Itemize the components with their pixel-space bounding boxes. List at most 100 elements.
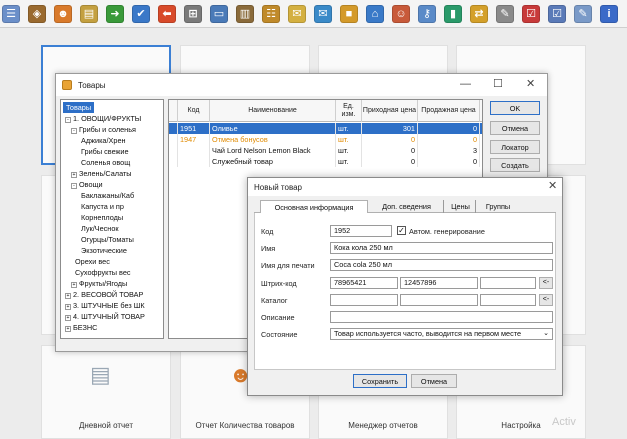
col-purchase-price[interactable]: Приходная цена	[362, 100, 418, 122]
description-field[interactable]	[330, 311, 553, 323]
tree-item[interactable]: -1. ОВОЩИ/ФРУКТЫ	[65, 113, 141, 124]
tab-main-info[interactable]: Основная информация	[260, 200, 368, 213]
tab-extra-info[interactable]: Доп. сведения	[370, 200, 444, 213]
auto-generate-checkbox[interactable]: ✓	[397, 226, 406, 235]
tree-item[interactable]: - Грибы и соленья	[71, 124, 136, 135]
collapse-icon[interactable]: -	[65, 117, 71, 123]
users-icon[interactable]: ☺	[392, 4, 410, 23]
catalog-field-2[interactable]	[400, 294, 478, 306]
barcode-field-2[interactable]: 12457896	[400, 277, 478, 289]
code-field[interactable]: 1952	[330, 225, 392, 237]
goods-window-titlebar[interactable]: Товары — ☐ ✕	[56, 74, 547, 96]
catalog-field-3[interactable]	[480, 294, 536, 306]
info-icon[interactable]: i	[600, 4, 618, 23]
tree-item[interactable]: Корнеплоды	[81, 212, 123, 223]
expand-icon[interactable]: +	[65, 293, 71, 299]
cart-icon[interactable]: ⊞	[184, 4, 202, 23]
calendar-check-icon[interactable]: ☑	[548, 4, 566, 23]
col-unit[interactable]: Ед. изм.	[336, 100, 362, 122]
ok-button[interactable]: OK	[490, 101, 540, 115]
tab-prices[interactable]: Цены	[446, 200, 476, 213]
collapse-icon[interactable]: -	[71, 128, 77, 134]
catalog-field-1[interactable]	[330, 294, 398, 306]
col-sale-price[interactable]: Продажная цена	[418, 100, 480, 122]
tree-item[interactable]: + Фрукты/Ягоды	[71, 278, 127, 289]
contacts-icon[interactable]: ☰	[2, 4, 20, 23]
barrel-icon[interactable]: ◈	[28, 4, 46, 23]
name-field[interactable]: Кока кола 250 мл	[330, 242, 553, 254]
tree-item[interactable]: Товары	[63, 102, 95, 113]
row-selector[interactable]	[169, 156, 178, 167]
locator-button[interactable]: Локатор	[490, 140, 540, 154]
cancel-button[interactable]: Отмена	[490, 121, 540, 135]
state-dropdown[interactable]: Товар используется часто, выводится на п…	[330, 328, 553, 340]
tree-item[interactable]: Баклажаны/Каб	[81, 190, 134, 201]
expand-icon[interactable]: +	[65, 315, 71, 321]
transfer-icon[interactable]: ⇄	[470, 4, 488, 23]
create-button[interactable]: Создать	[490, 158, 540, 172]
table-row[interactable]: 1951 Оливье шт. 301 0	[169, 123, 482, 134]
arrow-left-icon[interactable]: ⬅	[158, 4, 176, 23]
new-goods-titlebar[interactable]: Новый товар ✕	[248, 178, 562, 196]
wrench-icon[interactable]: ✎	[496, 4, 514, 23]
table-row[interactable]: 1947 Отмена бонусов шт. 0 0	[169, 134, 482, 145]
tree-item[interactable]: Аджика/Хрен	[81, 135, 126, 146]
catalog-arrow-button[interactable]: <-	[539, 294, 553, 306]
row-selector[interactable]	[169, 145, 178, 156]
dialog-cancel-button[interactable]: Отмена	[411, 374, 457, 388]
col-name[interactable]: Наименование	[210, 100, 336, 122]
document-edit-icon[interactable]: ✎	[574, 4, 592, 23]
tree-item[interactable]: +3. ШТУЧНЫЕ без ШК	[65, 300, 145, 311]
tree-item[interactable]: Соленья овощ	[81, 157, 130, 168]
tile-daily-report[interactable]: ▤ Дневной отчет	[41, 345, 171, 439]
save-button[interactable]: Сохранить	[353, 374, 407, 388]
close-icon[interactable]: ✕	[526, 79, 535, 90]
barcode-field-1[interactable]: 78965421	[330, 277, 398, 289]
tree-item[interactable]: Сухофрукты вес	[75, 267, 131, 278]
tab-groups[interactable]: Группы	[478, 200, 518, 213]
tree-item[interactable]: Лук/Чеснок	[81, 223, 119, 234]
user-icon[interactable]: ☻	[54, 4, 72, 23]
keys-icon[interactable]: ⚷	[418, 4, 436, 23]
checkbox-icon[interactable]: ☑	[522, 4, 540, 23]
row-selector[interactable]	[169, 134, 178, 145]
expand-icon[interactable]: +	[71, 282, 77, 288]
envelope-icon[interactable]: ✉	[288, 4, 306, 23]
close-icon[interactable]: ✕	[548, 181, 557, 192]
mail-out-icon[interactable]: ✉	[314, 4, 332, 23]
checklist-icon[interactable]: ☷	[262, 4, 280, 23]
tree-item[interactable]: - Овощи	[71, 179, 103, 190]
tree-item[interactable]: Грибы свежие	[81, 146, 129, 157]
tree-item[interactable]: +2. ВЕСОВОЙ ТОВАР	[65, 289, 143, 300]
tree-item[interactable]: Капуста и пр	[81, 201, 124, 212]
barcode-arrow-button[interactable]: <-	[539, 277, 553, 289]
table-row[interactable]: Чай Lord Nelson Lemon Black шт. 0 3	[169, 145, 482, 156]
tree-item[interactable]: Огурцы/Томаты	[81, 234, 134, 245]
arrow-right-icon[interactable]: ➜	[106, 4, 124, 23]
tree-item[interactable]: Орехи вес	[75, 256, 110, 267]
expand-icon[interactable]: +	[65, 326, 71, 332]
tree-item[interactable]: +4. ШТУЧНЫЙ ТОВАР	[65, 311, 145, 322]
house-icon[interactable]: ⌂	[366, 4, 384, 23]
barcode-field-3[interactable]	[480, 277, 536, 289]
tree-item[interactable]: Экзотические	[81, 245, 127, 256]
tree-item[interactable]: + БЕЗНС	[65, 322, 97, 333]
row-selector[interactable]	[169, 123, 178, 134]
check-arrow-icon[interactable]: ✔	[132, 4, 150, 23]
table-row[interactable]: Служебный товар шт. 0 0	[169, 156, 482, 167]
tree-item[interactable]: + Зелень/Салаты	[71, 168, 132, 179]
category-tree[interactable]: Товары -1. ОВОЩИ/ФРУКТЫ - Грибы и соленья Ад…	[60, 99, 164, 339]
monitor-icon[interactable]: ▭	[210, 4, 228, 23]
expand-icon[interactable]: +	[65, 304, 71, 310]
clipboard-icon[interactable]: ▥	[236, 4, 254, 23]
print-name-field[interactable]: Coca cola 250 мл	[330, 259, 553, 271]
minimize-icon[interactable]: —	[460, 79, 471, 90]
box-icon[interactable]: ■	[340, 4, 358, 23]
expand-icon[interactable]: +	[71, 172, 77, 178]
collapse-icon[interactable]: -	[71, 183, 77, 189]
tree-item-label: Сухофрукты вес	[75, 268, 131, 277]
document-icon[interactable]: ▤	[80, 4, 98, 23]
col-code[interactable]: Код	[178, 100, 210, 122]
maximize-icon[interactable]: ☐	[493, 79, 503, 90]
chart-icon[interactable]: ▮	[444, 4, 462, 23]
